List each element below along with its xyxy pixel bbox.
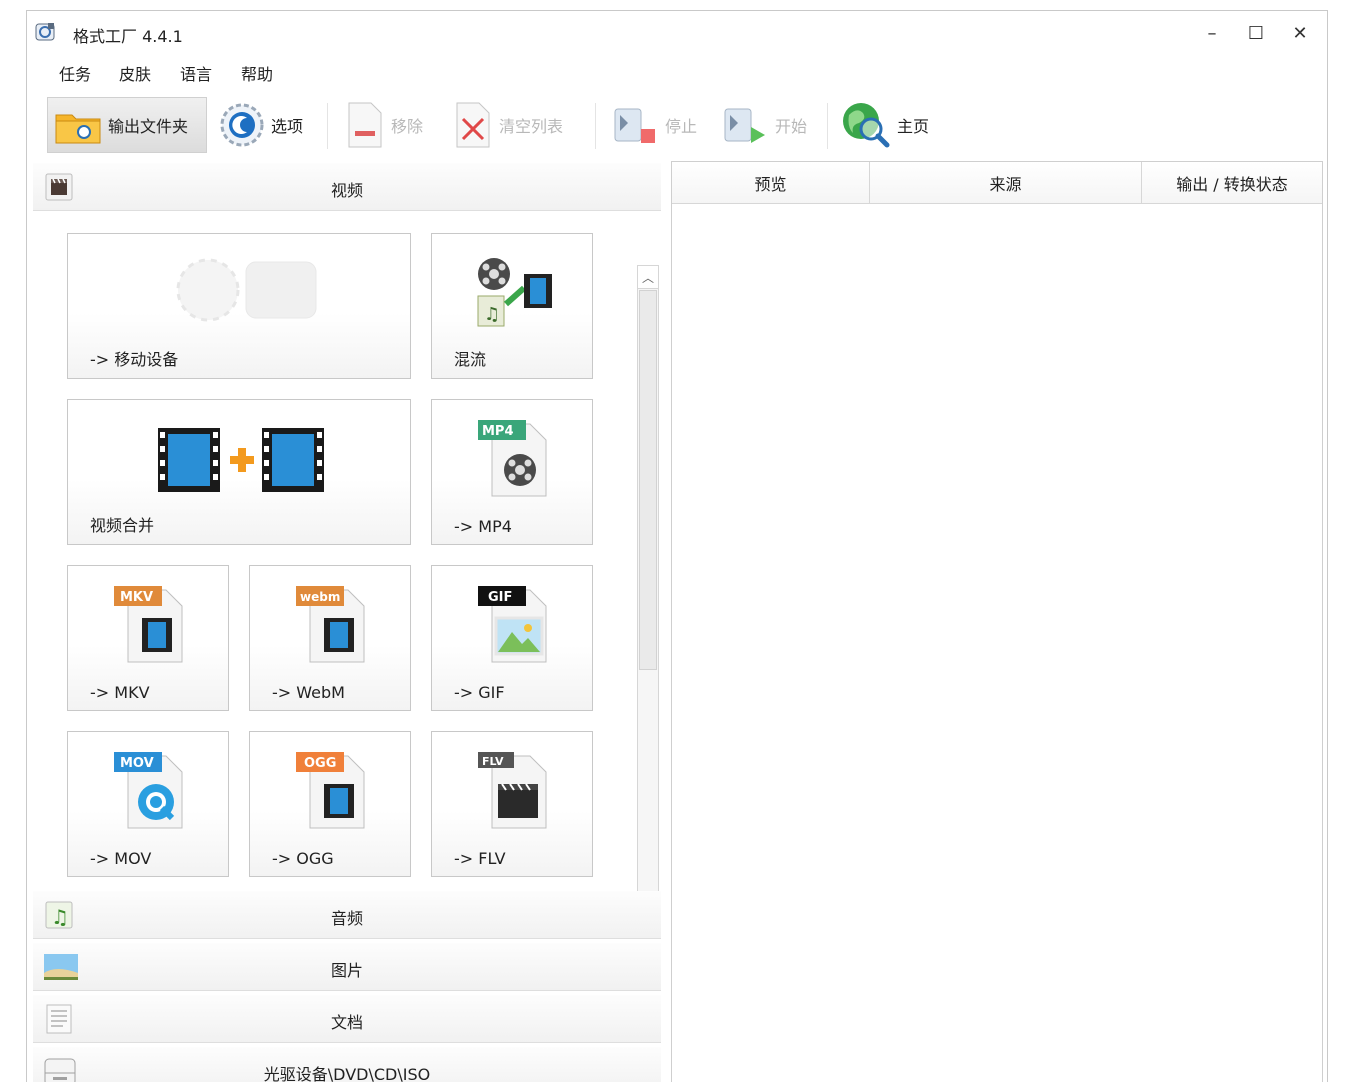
menu-bar: 任务 皮肤 语言 帮助 xyxy=(27,57,1327,87)
output-folder-label: 输出文件夹 xyxy=(108,117,189,136)
mp4-badge-text: MP4 xyxy=(482,424,514,439)
remove-button[interactable]: 移除 xyxy=(339,97,439,153)
app-window: 格式工厂 4.4.1 – ☐ ✕ 任务 皮肤 语言 帮助 输出文件夹 选项 移除… xyxy=(26,10,1328,1082)
tile-flv-label: -> FLV xyxy=(454,849,506,868)
tile-video-join[interactable]: 视频合并 xyxy=(67,399,411,545)
mux-icon: ♫ xyxy=(472,252,558,332)
mov-badge-text: MOV xyxy=(120,756,154,771)
gif-file-icon: GIF xyxy=(476,584,552,666)
category-video[interactable]: 视频 xyxy=(33,163,661,211)
tile-gif[interactable]: GIF -> GIF xyxy=(431,565,593,711)
minimize-button[interactable]: – xyxy=(1197,21,1227,45)
tile-webm[interactable]: webm -> WebM xyxy=(249,565,411,711)
tile-flv[interactable]: FLV -> FLV xyxy=(431,731,593,877)
tile-scrollbar[interactable]: ︿ ﹀ xyxy=(637,265,659,937)
flv-badge-text: FLV xyxy=(482,755,504,768)
tile-mkv-label: -> MKV xyxy=(90,683,150,702)
tile-gif-label: -> GIF xyxy=(454,683,505,702)
toolbar-separator xyxy=(595,103,596,149)
scroll-thumb[interactable] xyxy=(639,290,657,670)
mkv-file-icon: MKV xyxy=(112,584,188,666)
output-folder-button[interactable]: 输出文件夹 xyxy=(47,97,207,153)
stop-icon xyxy=(611,101,659,149)
webm-badge-text: webm xyxy=(300,590,340,604)
clear-list-button[interactable]: 清空列表 xyxy=(447,97,587,153)
flv-file-icon: FLV xyxy=(476,750,552,832)
tile-mobile-device-label: -> 移动设备 xyxy=(90,350,179,369)
tile-ogg[interactable]: OGG -> OGG xyxy=(249,731,411,877)
title-bar: 格式工厂 4.4.1 – ☐ ✕ xyxy=(27,11,1327,53)
close-button[interactable]: ✕ xyxy=(1285,21,1315,45)
toolbar: 输出文件夹 选项 移除 清空列表 停止 开始 主页 xyxy=(27,93,1327,159)
category-audio[interactable]: ♫ 音频 xyxy=(33,891,661,939)
home-globe-icon xyxy=(839,99,891,151)
folder-icon xyxy=(54,105,102,145)
mp4-file-icon: MP4 xyxy=(476,418,552,500)
video-join-icon xyxy=(158,426,326,494)
start-label: 开始 xyxy=(775,117,808,136)
video-tile-grid: -> 移动设备 ♫ 混流 视频合并 MP4 -> MP4 MKV -> MKV … xyxy=(33,211,661,937)
ogg-file-icon: OGG xyxy=(294,750,370,832)
column-header-source[interactable]: 来源 xyxy=(870,162,1142,204)
start-button[interactable]: 开始 xyxy=(715,97,821,153)
home-button[interactable]: 主页 xyxy=(833,97,937,153)
column-header-output-status[interactable]: 输出 / 转换状态 xyxy=(1142,162,1322,204)
home-label: 主页 xyxy=(897,117,930,136)
ogg-badge-text: OGG xyxy=(304,756,336,771)
stop-label: 停止 xyxy=(665,117,698,136)
start-icon xyxy=(721,101,769,149)
toolbar-separator xyxy=(327,103,328,149)
tile-mov-label: -> MOV xyxy=(90,849,152,868)
category-video-label: 视频 xyxy=(330,181,363,200)
task-list-panel[interactable]: 预览 来源 输出 / 转换状态 xyxy=(671,161,1323,1082)
tile-mux-label: 混流 xyxy=(454,350,487,369)
svg-text:♫: ♫ xyxy=(484,304,500,325)
format-factory-app-icon xyxy=(35,21,57,43)
remove-file-icon xyxy=(345,101,385,149)
toolbar-separator xyxy=(827,103,828,149)
mobile-device-icon xyxy=(168,256,328,332)
mov-file-icon: MOV xyxy=(112,750,188,832)
tile-mp4-label: -> MP4 xyxy=(454,517,512,536)
category-image-label: 图片 xyxy=(330,961,363,980)
category-disc-label: 光驱设备\DVD\CD\ISO xyxy=(263,1065,431,1082)
menu-task[interactable]: 任务 xyxy=(59,61,91,85)
window-title: 格式工厂 4.4.1 xyxy=(73,27,183,46)
clear-list-icon xyxy=(453,101,493,149)
column-header-preview[interactable]: 预览 xyxy=(672,162,870,204)
tile-ogg-label: -> OGG xyxy=(272,849,334,868)
clear-list-label: 清空列表 xyxy=(499,117,564,136)
options-button[interactable]: 选项 xyxy=(213,97,323,153)
options-gear-icon xyxy=(219,102,265,148)
mkv-badge-text: MKV xyxy=(120,590,153,605)
maximize-button[interactable]: ☐ xyxy=(1241,21,1271,45)
tile-mov[interactable]: MOV -> MOV xyxy=(67,731,229,877)
category-image[interactable]: 图片 xyxy=(33,943,661,991)
scroll-up-chevron-icon[interactable]: ︿ xyxy=(638,266,658,289)
category-panel: 视频 -> 移动设备 ♫ 混流 视频合并 MP4 -> MP4 MKV -> M… xyxy=(33,161,661,1082)
remove-label: 移除 xyxy=(391,117,424,136)
menu-skin[interactable]: 皮肤 xyxy=(119,61,151,85)
options-label: 选项 xyxy=(271,117,304,136)
tile-mobile-device[interactable]: -> 移动设备 xyxy=(67,233,411,379)
stop-button[interactable]: 停止 xyxy=(605,97,709,153)
webm-file-icon: webm xyxy=(294,584,370,666)
menu-help[interactable]: 帮助 xyxy=(241,61,273,85)
gif-badge-text: GIF xyxy=(488,590,512,605)
category-disc[interactable]: 光驱设备\DVD\CD\ISO xyxy=(33,1047,661,1082)
tile-webm-label: -> WebM xyxy=(272,683,345,702)
tile-mp4[interactable]: MP4 -> MP4 xyxy=(431,399,593,545)
menu-language[interactable]: 语言 xyxy=(180,61,212,85)
category-document[interactable]: 文档 xyxy=(33,995,661,1043)
tile-mux[interactable]: ♫ 混流 xyxy=(431,233,593,379)
tile-video-join-label: 视频合并 xyxy=(90,516,155,535)
tile-mkv[interactable]: MKV -> MKV xyxy=(67,565,229,711)
category-document-label: 文档 xyxy=(330,1013,363,1032)
category-audio-label: 音频 xyxy=(330,909,363,928)
